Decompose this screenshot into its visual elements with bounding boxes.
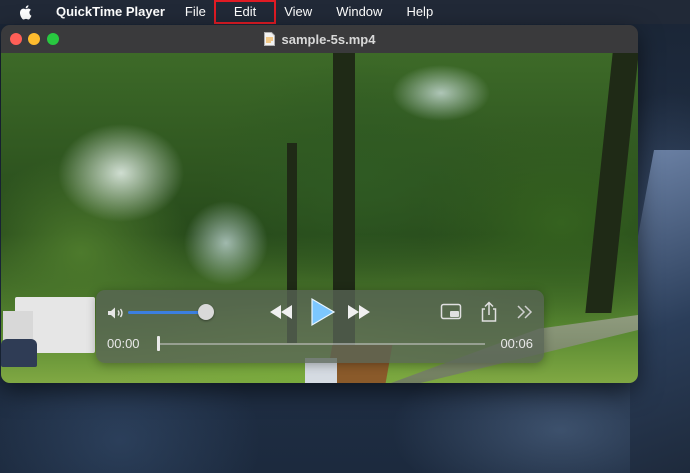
menu-window[interactable]: Window — [328, 0, 390, 24]
more-options-icon[interactable] — [516, 304, 534, 320]
rewind-icon[interactable] — [268, 303, 294, 321]
document-icon — [263, 32, 275, 46]
car — [1, 339, 37, 367]
menu-view[interactable]: View — [276, 0, 320, 24]
window-titlebar[interactable]: sample-5s.mp4 — [1, 25, 638, 53]
total-time: 00:06 — [500, 336, 533, 351]
share-icon[interactable] — [480, 301, 498, 323]
fast-forward-icon[interactable] — [346, 303, 372, 321]
apple-menu-icon[interactable] — [18, 4, 34, 20]
menu-file[interactable]: File — [177, 0, 214, 24]
playback-controls: 00:00 00:06 — [96, 290, 544, 363]
play-icon[interactable] — [306, 297, 336, 327]
timeline-playhead[interactable] — [157, 336, 160, 351]
menu-edit[interactable]: Edit — [213, 0, 277, 24]
menu-bar: QuickTime Player File Edit View Window H… — [0, 0, 690, 24]
timeline-scrubber[interactable] — [158, 343, 485, 345]
menu-help[interactable]: Help — [398, 0, 441, 24]
volume-icon[interactable] — [107, 306, 125, 320]
window-title: sample-5s.mp4 — [281, 31, 376, 47]
tree-trunk — [585, 53, 638, 313]
video-frame[interactable]: 00:00 00:06 — [1, 53, 638, 383]
volume-slider-knob[interactable] — [197, 304, 214, 320]
menu-app-name[interactable]: QuickTime Player — [48, 0, 177, 24]
wallpaper-mountain — [630, 150, 690, 473]
quicktime-window: sample-5s.mp4 00:00 00:06 — [1, 25, 638, 383]
window-title-area: sample-5s.mp4 — [1, 25, 638, 53]
current-time: 00:00 — [107, 336, 140, 351]
picture-in-picture-icon[interactable] — [440, 303, 462, 321]
